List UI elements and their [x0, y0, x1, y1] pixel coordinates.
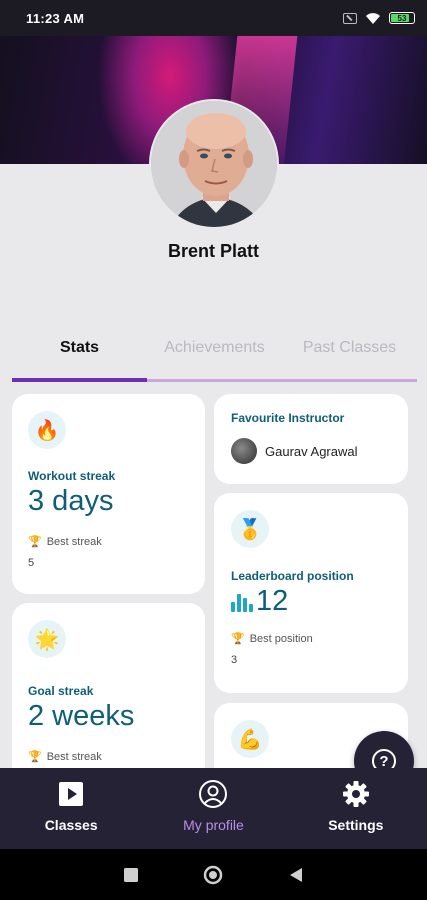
fire-icon: 🔥 — [28, 411, 66, 449]
back-button[interactable] — [281, 860, 311, 890]
status-time: 11:23 AM — [26, 10, 85, 26]
favourite-instructor-card[interactable]: Favourite Instructor Gaurav Agrawal — [214, 394, 408, 484]
trophy-icon: 🏆 — [231, 633, 245, 645]
profile-tabs: Stats Achievements Past Classes — [12, 330, 417, 382]
nav-classes[interactable]: Classes — [0, 768, 142, 849]
profile-avatar[interactable] — [149, 99, 279, 229]
goal-streak-label: Goal streak — [28, 684, 94, 698]
favourite-instructor-label: Favourite Instructor — [231, 411, 345, 425]
goal-streak-value: 2 weeks — [28, 700, 135, 732]
play-icon — [58, 779, 84, 809]
user-circle-icon — [198, 779, 228, 809]
wifi-icon — [366, 12, 380, 24]
goal-best-streak-label: Best streak — [46, 750, 102, 763]
nav-settings[interactable]: Settings — [285, 768, 427, 849]
leaderboard-label: Leaderboard position — [231, 569, 354, 583]
instructor-avatar — [231, 438, 257, 464]
workout-streak-label: Workout streak — [28, 469, 116, 483]
profile-name: Brent Platt — [167, 241, 259, 261]
status-icons: 53 — [343, 12, 415, 25]
goal-best-streak-row: 🏆 Best streak — [28, 750, 189, 764]
status-bar: 11:23 AM 53 — [0, 0, 427, 36]
instructor-row: Gaurav Agrawal — [231, 438, 391, 464]
home-button[interactable] — [198, 860, 228, 890]
medal-icon: 🥇 — [231, 510, 269, 548]
leaderboard-value-row: 12 — [231, 585, 391, 618]
nav-my-profile-label: My profile — [183, 817, 244, 833]
gear-icon — [341, 779, 371, 809]
nav-settings-label: Settings — [328, 817, 384, 833]
best-position-row: 🏆 Best position — [231, 632, 391, 646]
best-streak-row: 🏆 Best streak — [28, 535, 189, 549]
flexed-bicep-icon: 💪 — [231, 720, 269, 758]
leaderboard-value: 12 — [256, 585, 289, 617]
bottom-nav: Classes My profile Settings — [0, 768, 427, 849]
workout-streak-card[interactable]: 🔥 Workout streak 3 days 🏆 Best streak 5 — [12, 394, 205, 594]
tab-indicator — [12, 378, 147, 382]
nav-my-profile[interactable]: My profile — [142, 768, 284, 849]
tab-past-classes[interactable]: Past Classes — [282, 330, 417, 382]
battery-level: 53 — [397, 13, 407, 23]
nav-classes-label: Classes — [44, 817, 98, 833]
best-streak-value: 5 — [28, 557, 35, 569]
best-streak-label: Best streak — [46, 535, 102, 548]
leaderboard-card[interactable]: 🥇 Leaderboard position 12 🏆 Best positio… — [214, 493, 408, 693]
battery-icon: 53 — [389, 12, 415, 24]
best-position-label: Best position — [249, 632, 313, 645]
recents-button[interactable] — [116, 860, 146, 890]
star-icon: 🌟 — [28, 620, 66, 658]
tab-stats[interactable]: Stats — [12, 330, 147, 382]
system-nav-bar — [0, 849, 427, 900]
trophy-icon: 🏆 — [28, 751, 42, 763]
workout-streak-value: 3 days — [28, 485, 114, 517]
tab-achievements[interactable]: Achievements — [147, 330, 282, 382]
instructor-name: Gaurav Agrawal — [265, 443, 358, 459]
no-sim-icon — [343, 12, 357, 24]
leaderboard-bars-icon — [231, 592, 253, 612]
best-position-value: 3 — [231, 654, 238, 666]
trophy-icon: 🏆 — [28, 536, 42, 548]
